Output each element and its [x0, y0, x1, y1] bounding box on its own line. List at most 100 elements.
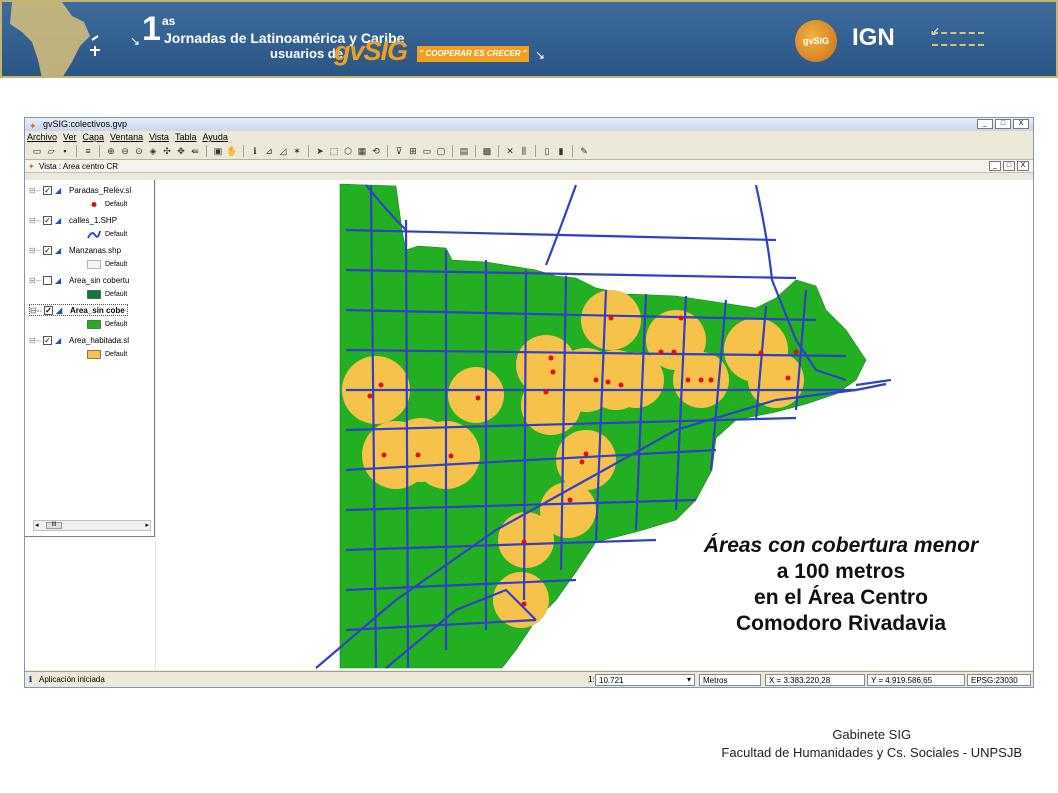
menu-ayuda[interactable]: Ayuda [202, 131, 227, 143]
layer-row[interactable]: ⊟-- ✓ ◢ Paradas_Relev.sl [29, 184, 131, 196]
toolbar-separator [76, 145, 77, 157]
caption-line-2: a 100 metros [776, 560, 906, 583]
comment-icon[interactable]: ▢ [435, 145, 447, 157]
info-icon[interactable]: ℹ [249, 145, 261, 157]
locator-panel [25, 536, 155, 670]
pan-back-icon[interactable]: ⇚ [189, 145, 201, 157]
scale-input[interactable]: 10.721 [595, 674, 695, 686]
close-button[interactable]: X [1013, 119, 1029, 129]
rectangle-icon[interactable]: ▭ [421, 145, 433, 157]
layers-icon[interactable]: ≡ [82, 145, 94, 157]
table-of-contents: ⊟-- ✓ ◢ Paradas_Relev.sl Default ⊟-- ✓ ◢ c… [25, 180, 155, 670]
units-field: Metros [699, 674, 761, 686]
layer-row[interactable]: ⊟-- ✓ ◢ Manzanas.shp [29, 244, 121, 256]
table-link-icon[interactable]: ⊞ [407, 145, 419, 157]
view-close-button[interactable]: X [1017, 161, 1029, 171]
hyperlink-icon[interactable]: ✶ [291, 145, 303, 157]
zoom-select-icon[interactable]: ⊙ [133, 145, 145, 157]
menubar: Archivo Ver Capa Ventana Vista Tabla Ayu… [25, 131, 1033, 143]
layer-checkbox[interactable]: ✓ [44, 305, 53, 315]
empty-fill-symbol-icon [87, 260, 101, 269]
zoom-full-icon[interactable]: ✣ [161, 145, 173, 157]
layer-checkbox[interactable] [43, 275, 52, 285]
edit-icon[interactable]: ✎ [578, 145, 590, 157]
scroll-right-icon[interactable]: ▸ [145, 521, 149, 530]
zoom-out-icon[interactable]: ⊖ [119, 145, 131, 157]
caption-line-3: en el Área Centro [754, 586, 928, 609]
scroll-left-icon[interactable]: ◂ [35, 521, 39, 530]
layer-row[interactable]: ⊟-- ✓ ◢ Area_habitada.sl [29, 334, 129, 346]
view-maximize-button[interactable]: □ [1003, 161, 1015, 171]
menu-ver[interactable]: Ver [63, 131, 77, 143]
select-rect-icon[interactable]: ⬚ [328, 145, 340, 157]
epsg-code: EPSG:23030 [967, 674, 1031, 686]
edition-number: 1 [142, 10, 161, 48]
status-bar: ℹ Aplicación iniciada 1: 10.721 ▾ Metros… [25, 671, 1033, 687]
window-title: gvSIG:colectivos.gvp [43, 119, 128, 129]
caption-line-1: Áreas con cobertura menor [703, 534, 979, 557]
toc-horizontal-scrollbar[interactable]: ◂ III ▸ [33, 520, 151, 531]
layer-icon: ◢ [55, 335, 62, 345]
minimize-button[interactable]: _ [977, 119, 993, 129]
footer-line-1: Gabinete SIG [832, 727, 912, 742]
legend-label: Default [105, 201, 128, 208]
conference-banner: 1 as ↘ Jornadas de Latinoamérica y Carib… [0, 0, 1058, 78]
chart-icon[interactable]: ⫼ [518, 145, 530, 157]
zoom-layer-icon[interactable]: ◈ [147, 145, 159, 157]
invert-selection-icon[interactable]: ⟲ [370, 145, 382, 157]
select-arrow-icon[interactable]: ➤ [314, 145, 326, 157]
green-fill-symbol-icon [87, 320, 101, 329]
grid-icon[interactable]: ▩ [481, 145, 493, 157]
menu-ventana[interactable]: Ventana [110, 131, 143, 143]
zoom-in-icon[interactable]: ⊕ [105, 145, 117, 157]
info-icon: ℹ [29, 675, 33, 684]
document-icon[interactable]: ▯ [541, 145, 553, 157]
layer-row-selected[interactable]: ⊟-- ✓ ◢ Area_sin cobe [29, 304, 128, 316]
view-titlebar: ✦ Vista : Area centro CR _ □ X [25, 160, 1033, 173]
window-titlebar: ✦ gvSIG:colectivos.gvp _ □ X [25, 118, 1033, 131]
status-message: Aplicación iniciada [39, 675, 105, 684]
line-symbol-icon [87, 230, 101, 239]
zoom-extent-icon[interactable]: ✥ [175, 145, 187, 157]
select-all-icon[interactable]: ▦ [356, 145, 368, 157]
open-folder-icon[interactable]: ▱ [45, 145, 57, 157]
layer-name: Area_sin cobe [70, 305, 125, 315]
toolbar-separator [572, 145, 573, 157]
map-caption: Áreas con cobertura menor a 100 metros e… [662, 533, 1020, 637]
menu-tabla[interactable]: Tabla [175, 131, 197, 143]
y-coordinate: Y = 4.919.586,65 [867, 674, 965, 686]
scroll-thumb[interactable]: III [46, 522, 62, 529]
layer-checkbox[interactable]: ✓ [43, 185, 52, 195]
measure-icon[interactable]: ⊿ [263, 145, 275, 157]
legend-row: Default [87, 259, 127, 270]
layer-name: Manzanas.shp [69, 245, 122, 255]
save-icon[interactable]: ▪ [59, 145, 71, 157]
view-minimize-button[interactable]: _ [989, 161, 1001, 171]
scale-dropdown-icon[interactable]: ▾ [687, 672, 691, 688]
toolbar-separator [387, 145, 388, 157]
layer-icon: ◢ [55, 275, 62, 285]
pdf-icon[interactable]: ▮ [555, 145, 567, 157]
filter-icon[interactable]: ⊽ [393, 145, 405, 157]
layer-row[interactable]: ⊟-- ◢ Area_sin cobertu [29, 274, 129, 286]
tools-icon[interactable]: ✕ [504, 145, 516, 157]
view-icon: ✦ [28, 162, 35, 171]
layer-checkbox[interactable]: ✓ [43, 335, 52, 345]
menu-vista[interactable]: Vista [149, 131, 169, 143]
toolbar-separator [475, 145, 476, 157]
toolbar-separator [206, 145, 207, 157]
menu-capa[interactable]: Capa [83, 131, 105, 143]
area-icon[interactable]: ◿ [277, 145, 289, 157]
table-icon[interactable]: ▤ [458, 145, 470, 157]
layer-name: Paradas_Relev.sl [69, 185, 132, 195]
layer-checkbox[interactable]: ✓ [43, 245, 52, 255]
pan-hand-icon[interactable]: ✋ [226, 145, 238, 157]
legend-label: Default [105, 291, 128, 298]
new-file-icon[interactable]: ▭ [31, 145, 43, 157]
decorative-lines [932, 32, 984, 46]
layer-row[interactable]: ⊟-- ✓ ◢ calles_1.SHP [29, 214, 117, 226]
layer-checkbox[interactable]: ✓ [43, 215, 52, 225]
select-poly-icon[interactable]: ⬡ [342, 145, 354, 157]
frame-icon[interactable]: ▣ [212, 145, 224, 157]
maximize-button[interactable]: □ [995, 119, 1011, 129]
